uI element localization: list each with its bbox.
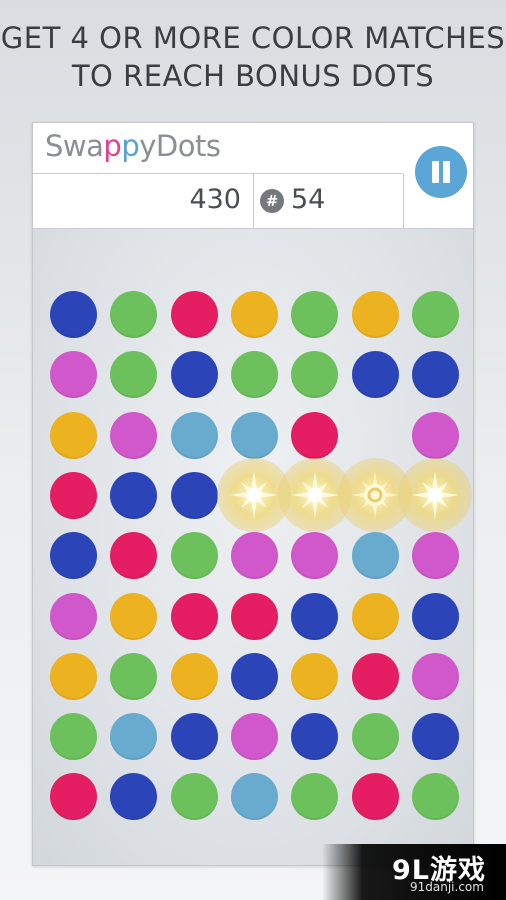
green-dot[interactable] bbox=[170, 773, 218, 821]
yellow-dot[interactable] bbox=[351, 291, 399, 338]
blue-dot[interactable] bbox=[291, 592, 339, 640]
red-dot[interactable] bbox=[351, 773, 399, 821]
blue-dot[interactable] bbox=[411, 592, 459, 640]
purple-dot[interactable] bbox=[230, 532, 278, 580]
yellow-dot[interactable] bbox=[50, 411, 97, 459]
blue-dot[interactable] bbox=[110, 471, 158, 519]
app-title-letter: p bbox=[103, 129, 122, 163]
blue-dot[interactable] bbox=[170, 713, 218, 761]
purple-dot[interactable] bbox=[411, 652, 459, 700]
red-dot[interactable] bbox=[170, 291, 218, 338]
red-dot[interactable] bbox=[50, 773, 97, 821]
game-header: SwappyDots 430 # 54 bbox=[33, 123, 473, 229]
green-dot[interactable] bbox=[291, 773, 339, 821]
green-dot[interactable] bbox=[411, 291, 459, 338]
moves-panel: # 54 bbox=[254, 174, 404, 228]
blue-dot[interactable] bbox=[351, 351, 399, 399]
game-board bbox=[33, 229, 473, 865]
blue-dot[interactable] bbox=[411, 351, 459, 399]
pause-button[interactable] bbox=[415, 146, 467, 198]
green-dot[interactable] bbox=[110, 351, 158, 399]
lightblue-dot[interactable] bbox=[110, 713, 158, 761]
red-dot[interactable] bbox=[50, 471, 97, 519]
green-dot[interactable] bbox=[50, 713, 97, 761]
promo-headline-line2: TO REACH BONUS DOTS bbox=[71, 59, 435, 93]
purple-dot[interactable] bbox=[411, 532, 459, 580]
red-dot[interactable] bbox=[291, 411, 339, 459]
lightblue-dot[interactable] bbox=[170, 411, 218, 459]
blue-dot[interactable] bbox=[411, 713, 459, 761]
app-title: SwappyDots bbox=[45, 129, 221, 163]
red-dot[interactable] bbox=[170, 592, 218, 640]
game-screen: SwappyDots 430 # 54 bbox=[32, 122, 474, 866]
blue-dot[interactable] bbox=[230, 652, 278, 700]
lightblue-dot[interactable] bbox=[351, 532, 399, 580]
red-dot[interactable] bbox=[351, 652, 399, 700]
bonus-star-dot[interactable] bbox=[398, 458, 473, 533]
yellow-dot[interactable] bbox=[110, 592, 158, 640]
pause-area bbox=[404, 123, 473, 228]
app-title-letter: p bbox=[121, 129, 140, 163]
yellow-dot[interactable] bbox=[351, 592, 399, 640]
green-dot[interactable] bbox=[291, 351, 339, 399]
site-watermark: 9L游戏 91danji.com bbox=[322, 844, 506, 900]
watermark-site: 91danji.com bbox=[410, 880, 484, 894]
purple-dot[interactable] bbox=[110, 411, 158, 459]
blue-dot[interactable] bbox=[291, 713, 339, 761]
score-panel: 430 bbox=[33, 174, 254, 228]
title-bar: SwappyDots bbox=[33, 123, 403, 174]
blue-dot[interactable] bbox=[50, 291, 97, 338]
blue-dot[interactable] bbox=[110, 773, 158, 821]
green-dot[interactable] bbox=[291, 291, 339, 338]
purple-dot[interactable] bbox=[230, 713, 278, 761]
red-dot[interactable] bbox=[110, 532, 158, 580]
pause-icon bbox=[443, 161, 450, 183]
green-dot[interactable] bbox=[110, 291, 158, 338]
purple-dot[interactable] bbox=[291, 532, 339, 580]
blue-dot[interactable] bbox=[50, 532, 97, 580]
score-value: 430 bbox=[189, 184, 241, 215]
yellow-dot[interactable] bbox=[170, 652, 218, 700]
blue-dot[interactable] bbox=[170, 351, 218, 399]
app-title-text: yDots bbox=[139, 129, 221, 163]
purple-dot[interactable] bbox=[411, 411, 459, 459]
red-dot[interactable] bbox=[230, 592, 278, 640]
yellow-dot[interactable] bbox=[50, 652, 97, 700]
app-title-text: Swa bbox=[45, 129, 104, 163]
pause-icon bbox=[432, 161, 439, 183]
green-dot[interactable] bbox=[230, 351, 278, 399]
blue-dot[interactable] bbox=[170, 471, 218, 519]
purple-dot[interactable] bbox=[50, 592, 97, 640]
green-dot[interactable] bbox=[411, 773, 459, 821]
lightblue-dot[interactable] bbox=[230, 773, 278, 821]
green-dot[interactable] bbox=[351, 713, 399, 761]
yellow-dot[interactable] bbox=[230, 291, 278, 338]
green-dot[interactable] bbox=[110, 652, 158, 700]
lightblue-dot[interactable] bbox=[230, 411, 278, 459]
purple-dot[interactable] bbox=[50, 351, 97, 399]
moves-value: 54 bbox=[291, 184, 326, 215]
green-dot[interactable] bbox=[170, 532, 218, 580]
promo-headline-line1: GET 4 OR MORE COLOR MATCHES bbox=[0, 21, 506, 55]
hash-icon: # bbox=[260, 189, 284, 213]
yellow-dot[interactable] bbox=[291, 652, 339, 700]
